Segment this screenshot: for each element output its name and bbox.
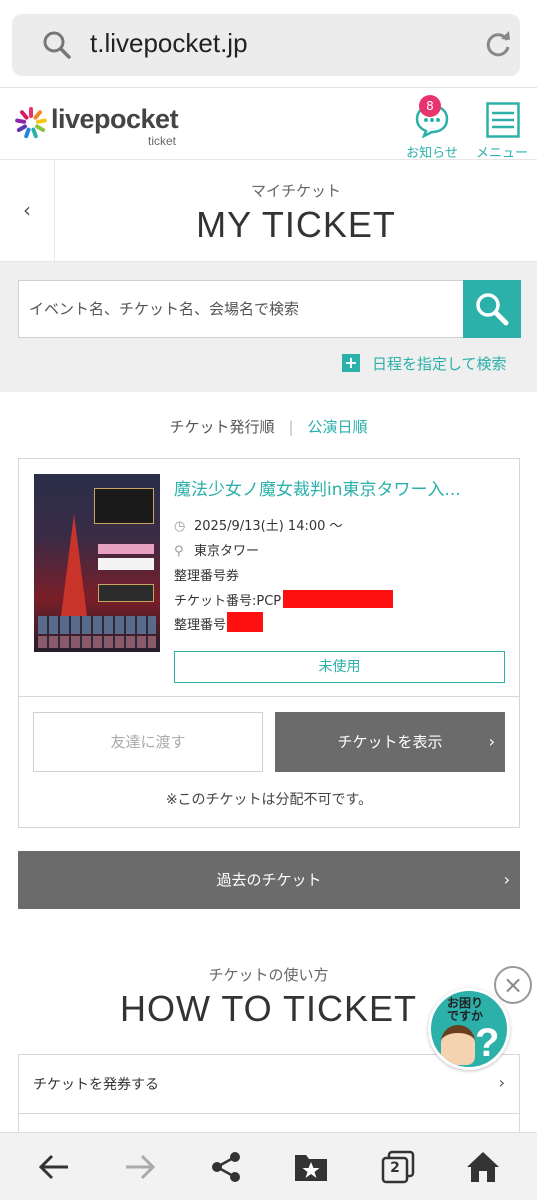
chevron-right-icon: ›	[498, 1073, 505, 1092]
home-icon[interactable]	[465, 1149, 501, 1189]
sort-by-performance-date[interactable]: 公演日順	[308, 418, 368, 436]
show-ticket-button[interactable]: チケットを表示 ›	[275, 712, 505, 772]
event-datetime: 2025/9/13(土) 14:00 〜	[194, 519, 343, 534]
site-header: livepocket ticket 8 お知らせ メニュー	[0, 88, 537, 161]
back-arrow-icon[interactable]	[36, 1149, 72, 1189]
event-datetime-row: ◷ 2025/9/13(土) 14:00 〜	[174, 515, 343, 534]
forward-arrow-icon[interactable]	[122, 1149, 158, 1189]
plus-icon: +	[342, 354, 360, 372]
ticket-card: 魔法少女ノ魔女裁判in東京タワー入... ◷ 2025/9/13(土) 14:00…	[18, 458, 520, 828]
tabs-icon[interactable]: 2	[380, 1149, 416, 1189]
chevron-right-icon: ›	[503, 870, 510, 889]
bookmarks-icon[interactable]	[292, 1149, 330, 1189]
url-text: t.livepocket.jp	[90, 28, 248, 58]
close-help-icon[interactable]: ×	[494, 966, 532, 1004]
logo-subtext: ticket	[148, 134, 177, 148]
magnifier-icon	[476, 293, 509, 326]
share-icon[interactable]	[208, 1149, 244, 1189]
page-title: MY TICKET	[196, 204, 396, 245]
past-tickets-button[interactable]: 過去のチケット ›	[18, 851, 520, 909]
notice-label: お知らせ	[406, 146, 458, 161]
browser-bottom-bar: 2	[0, 1132, 537, 1200]
help-text: お困り ですか	[447, 996, 484, 1023]
search-box	[18, 280, 521, 338]
give-to-friend-button[interactable]: 友達に渡す	[33, 712, 263, 772]
event-venue: 東京タワー	[194, 544, 260, 559]
ticket-note: ※このチケットは分配不可です。	[165, 792, 373, 808]
chevron-right-icon: ›	[488, 732, 495, 751]
search-input[interactable]	[19, 281, 461, 337]
question-mark-icon: ?	[475, 1021, 500, 1065]
hamburger-menu-icon	[486, 102, 520, 142]
address-field[interactable]: t.livepocket.jp	[12, 14, 520, 76]
ticket-info: 魔法少女ノ魔女裁判in東京タワー入... ◷ 2025/9/13(土) 14:00…	[19, 459, 519, 697]
search-area: + 日程を指定して検索	[0, 262, 537, 392]
menu-label: メニュー	[475, 146, 528, 161]
sort-options: チケット発行順 | 公演日順	[0, 416, 537, 440]
show-ticket-label: チケットを表示	[337, 733, 443, 751]
seat-number: 整理番号	[174, 618, 227, 633]
event-title[interactable]: 魔法少女ノ魔女裁判in東京タワー入...	[174, 475, 504, 500]
date-search-label: 日程を指定して検索	[372, 355, 507, 373]
event-poster-image[interactable]	[34, 474, 160, 652]
search-icon	[42, 30, 72, 64]
notice-button[interactable]: 8 お知らせ	[402, 92, 462, 161]
menu-button[interactable]: メニュー	[472, 92, 532, 161]
browser-url-bar: t.livepocket.jp	[0, 0, 537, 88]
support-avatar-icon	[441, 1025, 475, 1065]
page-title-bar: ‹ マイチケット MY TICKET	[0, 160, 537, 262]
search-button[interactable]	[463, 280, 521, 338]
livepocket-logo-icon[interactable]	[14, 106, 48, 144]
how-to-row-label: チケットを発券する	[33, 1077, 159, 1093]
how-to-next-row[interactable]	[18, 1113, 520, 1133]
ticket-type: 整理番号券	[174, 569, 240, 584]
redaction-mark	[227, 612, 263, 632]
sort-separator: |	[288, 418, 294, 436]
past-tickets-label: 過去のチケット	[216, 871, 322, 889]
page-subtitle: マイチケット	[250, 182, 341, 200]
help-chat-button[interactable]: お困り ですか ?	[428, 988, 510, 1070]
how-to-subtitle: チケットの使い方	[208, 966, 329, 984]
redaction-mark	[283, 590, 393, 608]
location-pin-icon: ⚲	[174, 544, 184, 559]
sort-by-issue-order[interactable]: チケット発行順	[169, 418, 274, 436]
reload-icon[interactable]	[482, 28, 514, 64]
event-venue-row: ⚲ 東京タワー	[174, 540, 259, 559]
logo-text[interactable]: livepocket	[51, 104, 179, 135]
clock-icon: ◷	[174, 519, 186, 534]
ticket-number: チケット番号:PCP	[174, 594, 282, 609]
notification-badge: 8	[419, 95, 441, 117]
tab-count: 2	[390, 1160, 400, 1176]
back-chevron-icon[interactable]: ‹	[0, 160, 55, 261]
ticket-status-badge: 未使用	[174, 651, 505, 683]
